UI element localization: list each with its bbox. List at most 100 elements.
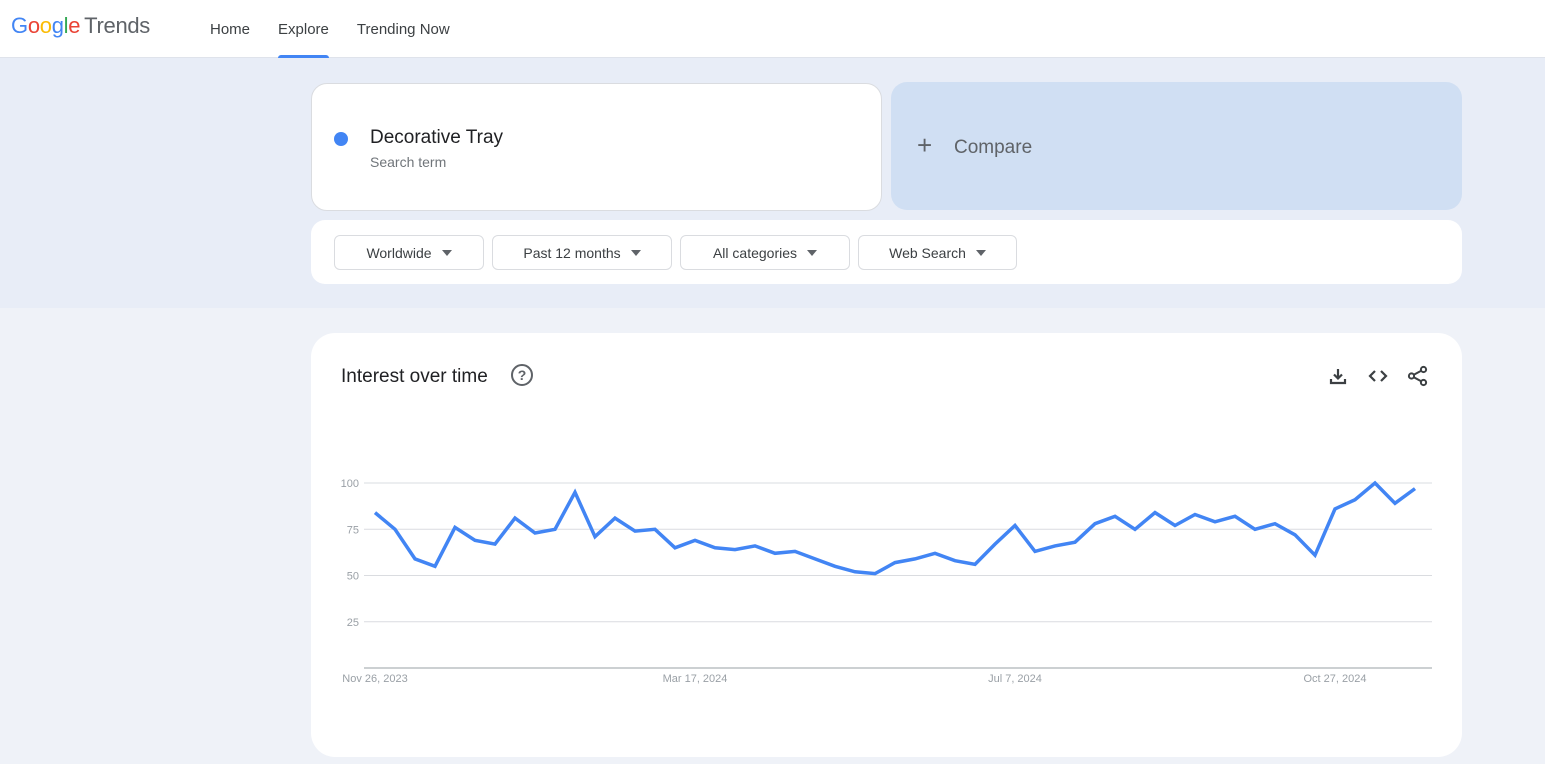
data-point[interactable]: [491, 540, 499, 548]
data-point[interactable]: [911, 555, 919, 563]
data-point[interactable]: [1371, 479, 1379, 487]
top-bar: Google Trends Home Explore Trending Now: [0, 0, 1545, 59]
y-tick-label: 50: [347, 571, 359, 583]
main-nav: Home Explore Trending Now: [196, 0, 464, 59]
y-tick-label: 100: [341, 478, 359, 490]
filter-category[interactable]: All categories: [680, 235, 850, 270]
data-point[interactable]: [751, 542, 759, 550]
data-point[interactable]: [1111, 512, 1119, 520]
data-point[interactable]: [771, 549, 779, 557]
search-term-card[interactable]: Decorative Tray Search term: [311, 83, 882, 211]
plus-icon: +: [917, 130, 933, 160]
data-point[interactable]: [571, 488, 579, 496]
filter-search-type[interactable]: Web Search: [858, 235, 1017, 270]
nav-trending-now-label: Trending Now: [356, 20, 450, 38]
data-point[interactable]: [811, 555, 819, 563]
nav-trending-now[interactable]: Trending Now: [343, 0, 464, 58]
y-tick-label: 75: [347, 524, 359, 536]
data-point[interactable]: [991, 540, 999, 548]
data-point[interactable]: [1211, 518, 1219, 526]
data-point[interactable]: [831, 562, 839, 570]
caret-down-icon: [441, 249, 452, 256]
interest-line-chart[interactable]: 25 50 75 100 Nov 26, 2023 Mar 17, 2024 Jul 7,…: [311, 333, 1462, 757]
data-point[interactable]: [431, 562, 439, 570]
caret-down-icon: [975, 249, 986, 256]
data-point[interactable]: [711, 544, 719, 552]
compare-label: Compare: [954, 137, 1033, 158]
data-point[interactable]: [1251, 525, 1259, 533]
logo-letter: o: [27, 13, 40, 38]
data-point[interactable]: [851, 568, 859, 576]
logo-trends-text: Trends: [84, 13, 151, 38]
data-point[interactable]: [791, 547, 799, 555]
data-point[interactable]: [591, 533, 599, 541]
data-point[interactable]: [1011, 522, 1019, 530]
data-point[interactable]: [1291, 531, 1299, 539]
data-point[interactable]: [971, 560, 979, 568]
x-axis-labels: Nov 26, 2023 Mar 17, 2024 Jul 7, 2024 Oct 2…: [342, 673, 1366, 685]
data-point[interactable]: [651, 525, 659, 533]
data-point[interactable]: [1271, 520, 1279, 528]
x-tick-label: Oct 27, 2024: [1304, 673, 1367, 685]
filter-time-range-label: Past 12 months: [523, 244, 621, 261]
data-point[interactable]: [1351, 496, 1359, 504]
interest-over-time-card: Interest over time ? 25 50 75 100 Nov 26, 2…: [311, 333, 1462, 757]
data-point[interactable]: [1091, 520, 1099, 528]
caret-down-icon: [630, 249, 641, 256]
logo-letter: g: [51, 13, 64, 38]
x-tick-label: Mar 17, 2024: [663, 673, 728, 685]
filter-location-label: Worldwide: [366, 244, 432, 261]
data-point[interactable]: [931, 549, 939, 557]
logo-letter: o: [39, 13, 52, 38]
filter-time-range[interactable]: Past 12 months: [492, 235, 672, 270]
data-point[interactable]: [1051, 542, 1059, 550]
data-point[interactable]: [1071, 538, 1079, 546]
data-point[interactable]: [1311, 551, 1319, 559]
data-point[interactable]: [391, 525, 399, 533]
data-point[interactable]: [691, 536, 699, 544]
y-tick-label: 25: [347, 617, 359, 629]
nav-explore-label: Explore: [278, 20, 329, 38]
data-point[interactable]: [1031, 547, 1039, 555]
data-point[interactable]: [871, 570, 879, 578]
nav-explore[interactable]: Explore: [264, 0, 343, 59]
term-color-dot: [334, 132, 348, 146]
data-point[interactable]: [1411, 485, 1419, 493]
data-point[interactable]: [671, 544, 679, 552]
data-point[interactable]: [1131, 525, 1139, 533]
nav-home[interactable]: Home: [196, 0, 264, 58]
search-term-type: Search term: [370, 154, 447, 170]
nav-home-label: Home: [210, 20, 251, 38]
filter-category-label: All categories: [712, 244, 798, 261]
compare-button[interactable]: + Compare: [891, 82, 1462, 210]
logo-letter: G: [11, 13, 28, 38]
data-point[interactable]: [511, 514, 519, 522]
data-point[interactable]: [1391, 499, 1399, 507]
search-term-name[interactable]: Decorative Tray: [370, 127, 503, 149]
data-point[interactable]: [471, 536, 479, 544]
data-point[interactable]: [531, 529, 539, 537]
data-point[interactable]: [1191, 510, 1199, 518]
filter-search-type-label: Web Search: [889, 244, 966, 261]
data-point[interactable]: [611, 514, 619, 522]
x-tick-label: Jul 7, 2024: [988, 673, 1042, 685]
data-point[interactable]: [1171, 522, 1179, 530]
data-point[interactable]: [1231, 512, 1239, 520]
data-point[interactable]: [731, 546, 739, 554]
data-point[interactable]: [371, 509, 379, 517]
google-trends-logo[interactable]: Google Trends: [11, 13, 150, 43]
data-point[interactable]: [1151, 509, 1159, 517]
filter-bar: Worldwide Past 12 months All categories …: [311, 220, 1462, 284]
data-point[interactable]: [411, 555, 419, 563]
data-point[interactable]: [951, 557, 959, 565]
caret-down-icon: [807, 249, 818, 256]
data-point[interactable]: [1331, 505, 1339, 513]
data-point[interactable]: [631, 527, 639, 535]
data-point[interactable]: [551, 525, 559, 533]
logo-letter: e: [68, 13, 81, 38]
data-point[interactable]: [451, 523, 459, 531]
chart-grid: [364, 482, 1432, 669]
filter-location[interactable]: Worldwide: [334, 235, 484, 270]
data-point[interactable]: [891, 559, 899, 567]
y-axis-labels: 25 50 75 100: [341, 478, 359, 629]
